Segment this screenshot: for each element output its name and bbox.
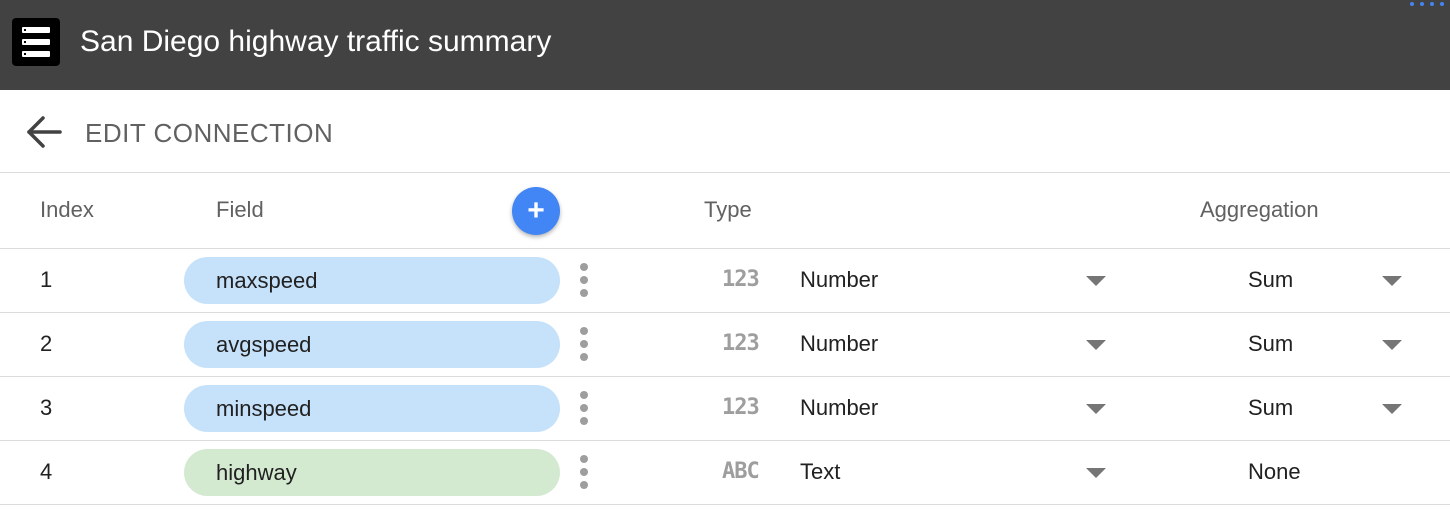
row-index: 4 (40, 459, 53, 484)
type-dropdown-icon[interactable] (1086, 404, 1106, 414)
type-icon: 123 (722, 395, 760, 420)
aggregation-dropdown-icon[interactable] (1382, 340, 1402, 350)
field-menu-icon[interactable] (574, 391, 594, 427)
type-dropdown-icon[interactable] (1086, 276, 1106, 286)
table-row: 3 minspeed 123 Number Sum (0, 377, 1450, 441)
type-select-value[interactable]: Number (800, 267, 878, 293)
field-chip[interactable]: maxspeed (184, 257, 560, 304)
type-select-value[interactable]: Number (800, 395, 878, 421)
database-list-icon[interactable] (12, 18, 60, 66)
aggregation-value[interactable]: Sum (1248, 331, 1293, 357)
header-field: Field (216, 197, 264, 222)
table-row: 2 avgspeed 123 Number Sum (0, 313, 1450, 377)
aggregation-dropdown-icon[interactable] (1382, 404, 1402, 414)
field-chip[interactable]: avgspeed (184, 321, 560, 368)
type-icon: 123 (722, 331, 760, 356)
type-icon: 123 (722, 267, 760, 292)
type-icon: ABC (722, 459, 760, 484)
aggregation-value[interactable]: Sum (1248, 395, 1293, 421)
field-menu-icon[interactable] (574, 263, 594, 299)
header-index: Index (40, 197, 94, 222)
add-field-button[interactable]: + (512, 187, 560, 235)
field-chip[interactable]: highway (184, 449, 560, 496)
more-dots-icon[interactable] (1410, 2, 1444, 10)
aggregation-value[interactable]: Sum (1248, 267, 1293, 293)
field-menu-icon[interactable] (574, 455, 594, 491)
type-select-value[interactable]: Text (800, 459, 840, 485)
table-header: Index Field + Type Aggregation (0, 173, 1450, 249)
header-type: Type (704, 197, 752, 222)
aggregation-value: None (1248, 459, 1301, 484)
type-dropdown-icon[interactable] (1086, 340, 1106, 350)
table-row: 1 maxspeed 123 Number Sum (0, 249, 1450, 313)
arrow-back-icon[interactable] (24, 114, 64, 150)
header-aggregation: Aggregation (1200, 197, 1319, 222)
page-title: EDIT CONNECTION (85, 118, 334, 148)
row-index: 2 (40, 331, 53, 356)
field-menu-icon[interactable] (574, 327, 594, 363)
row-index: 3 (40, 395, 53, 420)
field-chip[interactable]: minspeed (184, 385, 560, 432)
row-index: 1 (40, 267, 53, 292)
app-header: San Diego highway traffic summary (0, 0, 1450, 90)
aggregation-dropdown-icon[interactable] (1382, 276, 1402, 286)
app-title: San Diego highway traffic summary (80, 25, 552, 58)
type-select-value[interactable]: Number (800, 331, 878, 357)
type-dropdown-icon[interactable] (1086, 468, 1106, 478)
edit-connection-bar: EDIT CONNECTION (0, 90, 1450, 173)
table-row: 4 highway ABC Text None (0, 441, 1450, 505)
